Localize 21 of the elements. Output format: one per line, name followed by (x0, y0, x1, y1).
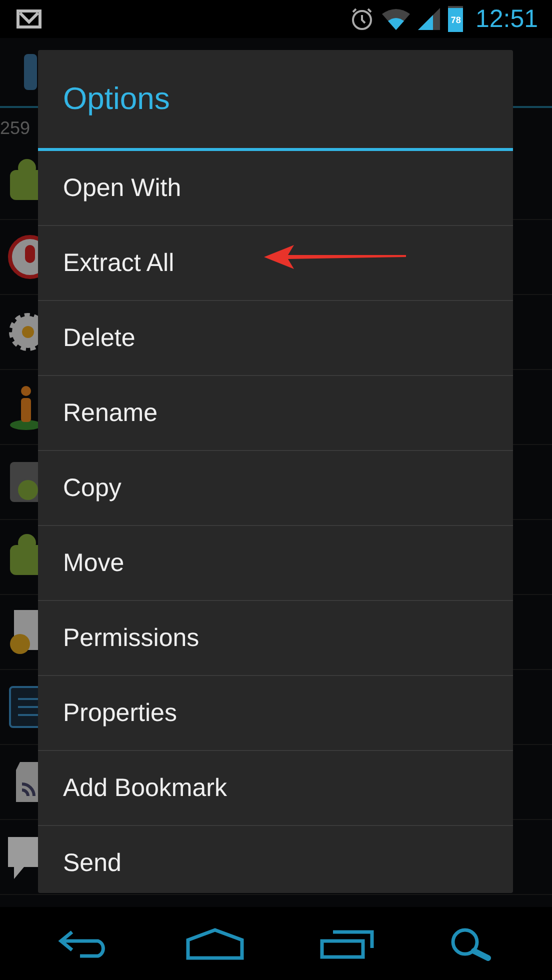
wifi-icon (382, 8, 410, 30)
menu-item[interactable]: Add Bookmark (38, 751, 513, 826)
menu-item[interactable]: Send (38, 826, 513, 893)
item-count: 259 (0, 117, 32, 140)
mail-icon (16, 9, 42, 29)
alarm-clock-icon (350, 7, 374, 31)
app-icon (24, 54, 37, 90)
home-icon[interactable] (186, 928, 244, 960)
menu-item[interactable]: Permissions (38, 601, 513, 676)
clock-time: 12:51 (475, 4, 538, 34)
search-icon[interactable] (450, 926, 494, 960)
signal-icon (418, 8, 440, 30)
menu-item[interactable]: Delete (38, 301, 513, 376)
menu-item[interactable]: Properties (38, 676, 513, 751)
battery-icon: 78 (448, 6, 464, 32)
menu-item[interactable]: Rename (38, 376, 513, 451)
menu-item[interactable]: Open With (38, 151, 513, 226)
menu-item[interactable]: Copy (38, 451, 513, 526)
recent-apps-icon[interactable] (320, 928, 374, 958)
menu-item[interactable]: Move (38, 526, 513, 601)
dialog-title: Options (38, 50, 513, 151)
